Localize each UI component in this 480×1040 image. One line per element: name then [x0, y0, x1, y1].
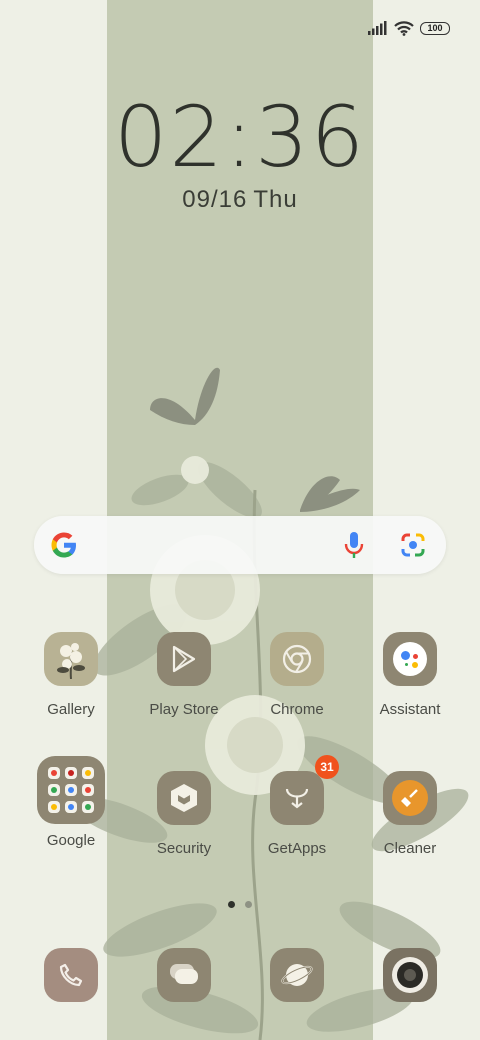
date-text: 09/16: [182, 186, 248, 213]
play-store-icon: [157, 632, 211, 686]
chrome-icon: [270, 632, 324, 686]
google-search-bar[interactable]: [34, 516, 446, 574]
microphone-icon[interactable]: [342, 530, 366, 560]
app-label: Assistant: [379, 701, 441, 718]
dock-phone[interactable]: [14, 948, 128, 1002]
app-assistant[interactable]: Assistant: [353, 632, 467, 718]
page-dot-2[interactable]: [245, 901, 252, 908]
assistant-icon: [383, 632, 437, 686]
app-getapps[interactable]: 31 GetApps: [240, 755, 354, 857]
getapps-icon: 31: [270, 755, 339, 825]
browser-icon: [270, 948, 324, 1002]
app-chrome[interactable]: Chrome: [240, 632, 354, 718]
page-dot-1[interactable]: [228, 901, 235, 908]
dock-camera[interactable]: [353, 948, 467, 1002]
battery-indicator: 100: [420, 21, 450, 35]
weekday-text: Thu: [253, 186, 298, 213]
signal-icon: [368, 21, 387, 35]
dock-messages[interactable]: [127, 948, 241, 1002]
messages-icon: [157, 948, 211, 1002]
app-label: Play Store: [149, 701, 219, 718]
app-label: Chrome: [270, 701, 324, 718]
google-folder-icon: [37, 756, 105, 824]
app-security[interactable]: Security: [127, 771, 241, 857]
app-gallery[interactable]: Gallery: [14, 632, 128, 718]
cleaner-icon: [383, 771, 437, 825]
app-label: Google: [46, 832, 96, 849]
camera-icon: [383, 948, 437, 1002]
app-google-folder[interactable]: Google: [14, 756, 128, 849]
clock-date[interactable]: 09/16 Thu: [0, 186, 480, 214]
gallery-icon: [44, 632, 98, 686]
app-label: Cleaner: [383, 840, 437, 857]
status-bar: 100: [368, 16, 450, 40]
phone-icon: [44, 948, 98, 1002]
wifi-icon: [394, 20, 414, 36]
notification-badge: 31: [315, 755, 339, 779]
dock-browser[interactable]: [240, 948, 354, 1002]
app-play-store[interactable]: Play Store: [127, 632, 241, 718]
app-label: Security: [156, 840, 212, 857]
clock-time[interactable]: 02:36: [0, 88, 480, 186]
google-g-icon: [51, 532, 76, 558]
app-label: Gallery: [47, 701, 95, 718]
app-cleaner[interactable]: Cleaner: [353, 771, 467, 857]
security-icon: [157, 771, 211, 825]
app-label: GetApps: [267, 840, 327, 857]
page-indicator[interactable]: [0, 901, 480, 908]
camera-lens-icon[interactable]: [399, 531, 427, 559]
